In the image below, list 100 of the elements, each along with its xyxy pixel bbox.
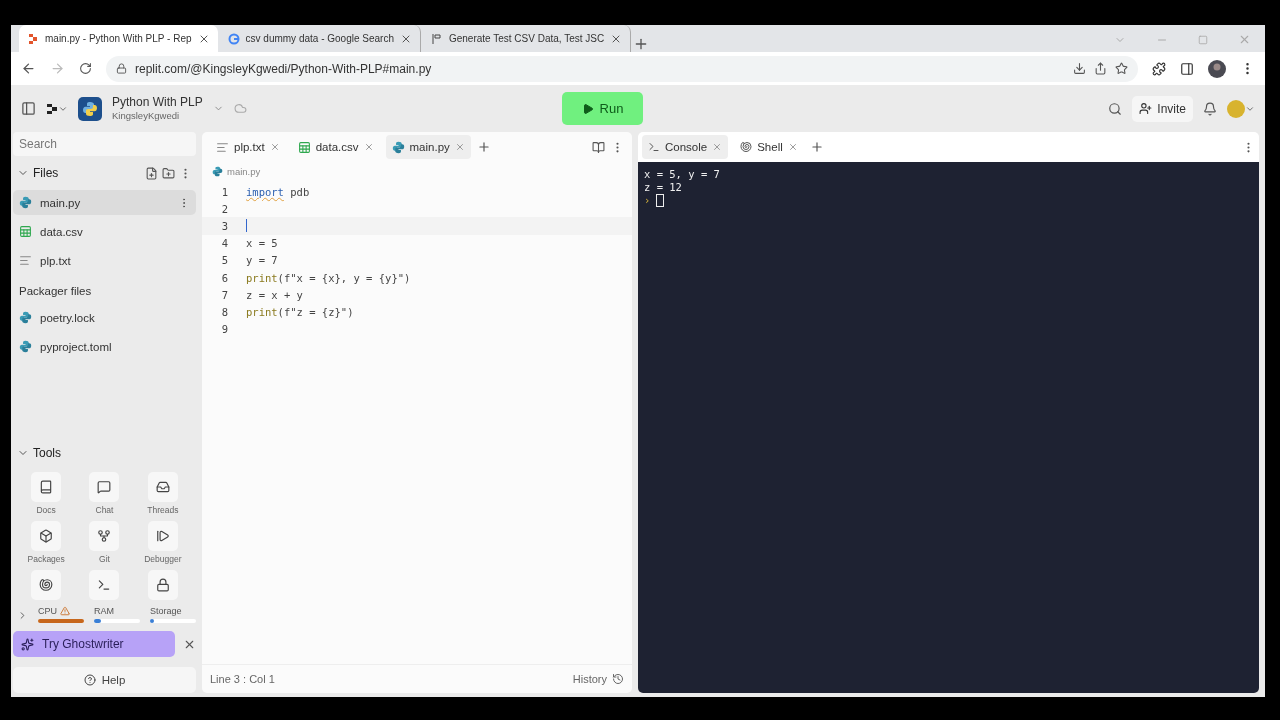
tool-label: Docs [36,505,56,515]
terminal-cursor [656,194,665,207]
meter-label: CPU [38,606,84,616]
inbox-icon [155,480,170,494]
tool-button[interactable] [89,472,120,502]
git-icon [97,529,112,543]
output-line: x = 5, y = 7 [644,168,721,181]
browser-tab[interactable]: main.py - Python With PLP - Rep [19,25,218,52]
project-logo [78,96,102,121]
file-item[interactable]: pyproject.toml [13,334,196,359]
profile-avatar[interactable] [1208,59,1226,78]
python-icon [19,196,32,209]
text-file-icon [19,254,32,267]
line-number: 8 [220,305,229,318]
tool-button[interactable] [31,521,62,551]
search-icon[interactable] [1108,101,1123,116]
shell-icon [39,578,54,592]
reload-icon[interactable] [79,62,92,75]
python-icon [19,311,32,324]
cursor-position: Line 3 : Col 1 [210,673,275,685]
layout-icon[interactable] [592,140,605,154]
user-plus-icon [1139,102,1153,115]
new-folder-icon[interactable] [162,166,175,180]
chat-icon [97,480,112,494]
sparkle-icon [21,637,34,651]
tool-label: Packages [27,554,65,564]
tool-label: Git [99,554,110,564]
text-file-icon [216,140,229,154]
python-icon [391,140,405,154]
lock-icon [116,63,127,74]
sidebar-toggle-icon[interactable] [21,101,36,116]
section-title: Tools [33,446,62,460]
tool-button[interactable] [147,521,178,551]
play-icon [581,102,594,115]
prompt-symbol: › [644,194,651,207]
tool-button[interactable] [147,472,178,502]
editor-tab[interactable]: data.csv [291,135,380,159]
back-icon[interactable] [21,61,36,76]
tool-label: Threads [147,505,179,515]
section-title: Files [33,166,60,180]
shell-icon [740,141,753,153]
file-item[interactable]: poetry.lock [13,305,196,330]
code-line: print(f"z = {z}") [246,305,354,318]
cube-icon [39,529,54,543]
search-field[interactable]: Search [13,132,196,156]
editor-tab[interactable]: plp.txt [210,135,286,159]
code-line: import pdb [246,185,310,198]
project-name[interactable]: Python With PLP [112,95,203,109]
replit-logo-icon[interactable] [46,102,58,115]
console-tab[interactable]: Console [642,135,729,159]
meter-label: Storage [150,606,183,616]
debugger-icon [155,529,170,543]
console-tab[interactable]: Shell [734,135,804,159]
file-item[interactable]: main.py [13,190,196,215]
spreadsheet-icon [297,140,311,154]
tool-button[interactable] [31,570,62,600]
lock-icon [155,578,170,592]
python-icon [19,340,32,353]
invite-button[interactable]: Invite [1132,95,1193,122]
address-bar[interactable]: replit.com/@KingsleyKgwedi/Python-With-PLP#main.py [106,55,1138,82]
line-number: 1 [220,185,229,198]
tool-label: Debugger [144,554,182,564]
bookmark-star-icon[interactable] [1115,62,1128,75]
section-title: Packager files [18,284,93,299]
code-line: y = 7 [246,254,278,267]
project-owner: KingsleyKgwedi [112,109,181,122]
code-line: print(f"x = {x}, y = {y}") [246,271,411,284]
line-number: 3 [220,219,229,232]
output-line: z = 12 [644,181,683,194]
breadcrumb: main.py [227,166,261,177]
tool-button[interactable] [89,521,120,551]
extensions-icon[interactable] [1152,61,1166,76]
terminal-icon [648,141,660,153]
share-icon[interactable] [1094,62,1107,75]
line-number: 9 [220,323,229,336]
ghostwriter-button[interactable]: Try Ghostwriter [13,631,175,657]
line-number: 4 [220,237,229,250]
help-icon [83,674,96,686]
tool-button[interactable] [147,570,178,600]
file-item[interactable]: data.csv [13,219,196,244]
add-tab-icon[interactable] [476,140,491,154]
tool-button[interactable] [31,472,62,502]
run-button[interactable]: Run [562,92,643,125]
notifications-icon[interactable] [1203,101,1217,116]
install-icon[interactable] [1073,62,1086,75]
tool-label: Chat [95,505,114,515]
terminal-icon [97,578,112,592]
text-cursor [246,219,247,233]
add-tab-icon[interactable] [809,140,824,154]
line-number: 5 [220,254,229,267]
history-icon [612,673,624,685]
editor-tab[interactable]: main.py [385,135,471,159]
spreadsheet-icon [19,225,32,238]
file-item[interactable]: plp.txt [13,248,196,273]
help-button[interactable]: Help [13,667,196,693]
new-file-icon[interactable] [145,166,158,180]
book-icon [39,480,54,494]
history-button[interactable]: History [572,673,624,685]
side-panel-icon[interactable] [1180,61,1194,76]
replit-logo-icon [27,32,39,45]
